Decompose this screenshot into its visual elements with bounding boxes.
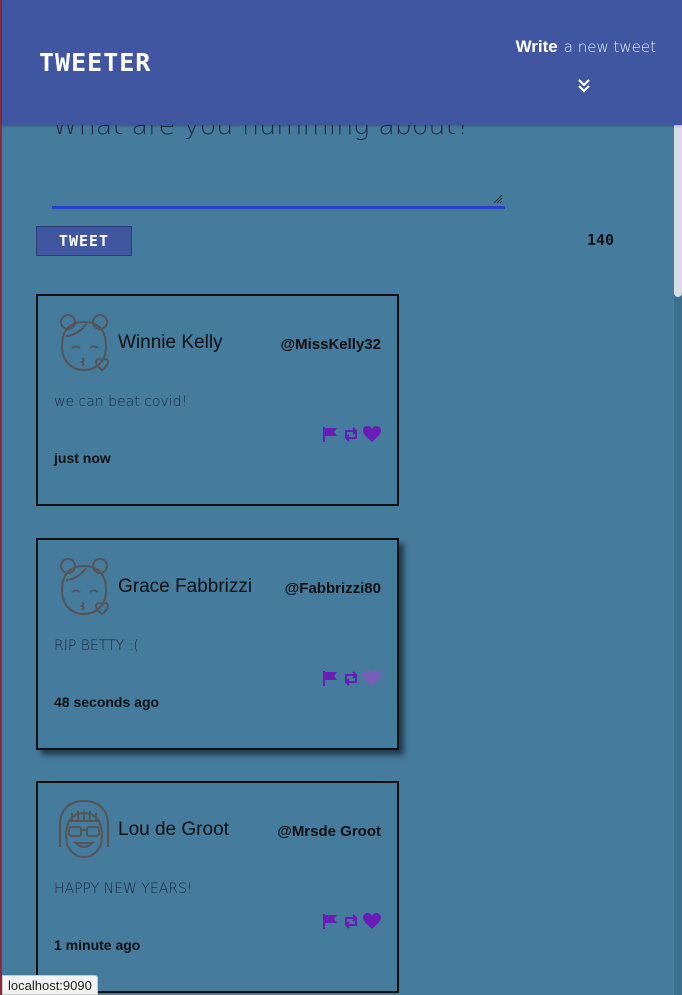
tweet-author-name: Lou de Groot xyxy=(118,819,229,840)
woman-glasses-icon xyxy=(59,799,109,859)
write-label: Write xyxy=(515,37,558,56)
tweet-actions xyxy=(321,426,381,443)
flag-icon[interactable] xyxy=(321,670,339,687)
tweet-author-handle: @MissKelly32 xyxy=(280,336,381,353)
tweet-author-name: Winnie Kelly xyxy=(118,332,223,353)
tweet-author-handle: @Fabbrizzi80 xyxy=(284,580,381,597)
tweet-text: we can beat covid! xyxy=(54,394,188,410)
tweet-timestamp: 1 minute ago xyxy=(54,937,141,953)
brand-logo[interactable]: TWEETER xyxy=(39,48,151,77)
heart-icon[interactable] xyxy=(363,426,381,443)
flag-icon[interactable] xyxy=(321,913,339,930)
write-rest-label: a new tweet xyxy=(563,38,656,56)
girl-kiss-icon xyxy=(60,558,110,616)
write-new-tweet-toggle[interactable]: Write a new tweet xyxy=(516,37,656,57)
page-scrollbar[interactable] xyxy=(674,0,682,995)
top-nav: TWEETER Write a new tweet xyxy=(2,0,682,125)
char-counter: 140 xyxy=(587,231,615,249)
tweet-card[interactable]: Grace Fabbrizzi @Fabbrizzi80 RIP BETTY :… xyxy=(36,538,399,750)
status-url-tooltip: localhost:9090 xyxy=(2,975,98,995)
flag-icon[interactable] xyxy=(321,426,339,443)
resize-handle-icon[interactable] xyxy=(493,194,503,204)
tweet-timestamp: just now xyxy=(54,450,111,466)
retweet-icon[interactable] xyxy=(342,670,360,687)
tweet-card[interactable]: Winnie Kelly @MissKelly32 we can beat co… xyxy=(36,294,399,506)
tweet-actions xyxy=(321,913,381,930)
girl-kiss-icon xyxy=(60,314,110,372)
heart-icon[interactable] xyxy=(363,913,381,930)
retweet-icon[interactable] xyxy=(342,426,360,443)
double-chevron-down-icon[interactable] xyxy=(576,78,592,94)
tweet-text: HAPPY NEW YEARS! xyxy=(54,881,193,897)
heart-icon[interactable] xyxy=(363,670,381,687)
tweet-author-handle: @Mrsde Groot xyxy=(277,823,381,840)
tweet-card[interactable]: Lou de Groot @Mrsde Groot HAPPY NEW YEAR… xyxy=(36,781,399,993)
tweet-timestamp: 48 seconds ago xyxy=(54,694,160,710)
tweet-author-name: Grace Fabbrizzi xyxy=(118,576,253,597)
tweet-text: RIP BETTY :( xyxy=(54,638,139,654)
tweet-actions xyxy=(321,670,381,687)
tweet-button[interactable]: TWEET xyxy=(36,226,132,256)
retweet-icon[interactable] xyxy=(342,913,360,930)
